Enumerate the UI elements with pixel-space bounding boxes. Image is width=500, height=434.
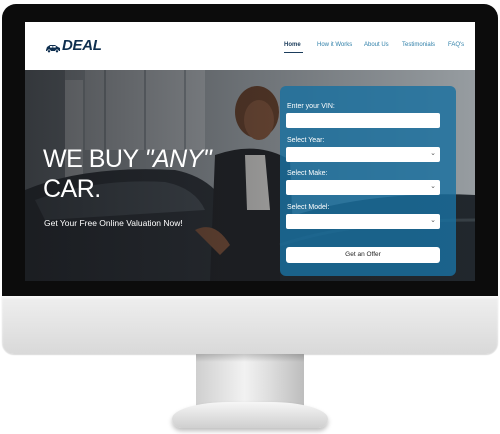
site-header: DEAL Home How it Works About Us Testimon… [25, 22, 475, 70]
logo-wordmark: DEAL [62, 36, 102, 54]
site-logo[interactable]: DEAL [45, 35, 102, 55]
nav-how-it-works[interactable]: How it Works [317, 42, 352, 48]
vin-input[interactable] [286, 113, 440, 128]
chevron-down-icon: ⌄ [430, 150, 436, 157]
nav-active-underline [284, 52, 303, 53]
valuation-form: Enter your VIN: Select Year: ⌄ Select Ma… [280, 86, 456, 276]
nav-about-us[interactable]: About Us [364, 42, 389, 48]
make-label: Select Make: [287, 170, 328, 177]
year-label: Select Year: [287, 137, 325, 144]
headline-any: "ANY" [144, 145, 212, 173]
hero-headline: WE BUY "ANY" CAR. [43, 144, 212, 204]
monitor-stand-base [172, 402, 328, 428]
imac-monitor: DEAL Home How it Works About Us Testimon… [0, 0, 500, 434]
model-select[interactable]: ⌄ [286, 214, 440, 229]
year-select[interactable]: ⌄ [286, 147, 440, 162]
vin-label: Enter your VIN: [287, 103, 335, 110]
hero-subheadline: Get Your Free Online Valuation Now! [44, 218, 183, 228]
nav-testimonials[interactable]: Testimonials [402, 42, 435, 48]
get-offer-button[interactable]: Get an Offer [286, 247, 440, 263]
headline-we-buy: WE BUY [43, 145, 145, 173]
hero-section: WE BUY "ANY" CAR. Get Your Free Online V… [25, 70, 475, 281]
nav-home[interactable]: Home [284, 42, 301, 48]
monitor-stand-shadow [196, 354, 304, 362]
headline-car: CAR. [43, 175, 101, 203]
chevron-down-icon: ⌄ [430, 217, 436, 224]
model-label: Select Model: [287, 204, 330, 211]
chevron-down-icon: ⌄ [430, 183, 436, 190]
make-select[interactable]: ⌄ [286, 180, 440, 195]
website-screen: DEAL Home How it Works About Us Testimon… [25, 22, 475, 281]
car-logo-icon [45, 40, 61, 54]
nav-faqs[interactable]: FAQ's [448, 42, 464, 48]
monitor-chin [2, 296, 498, 354]
